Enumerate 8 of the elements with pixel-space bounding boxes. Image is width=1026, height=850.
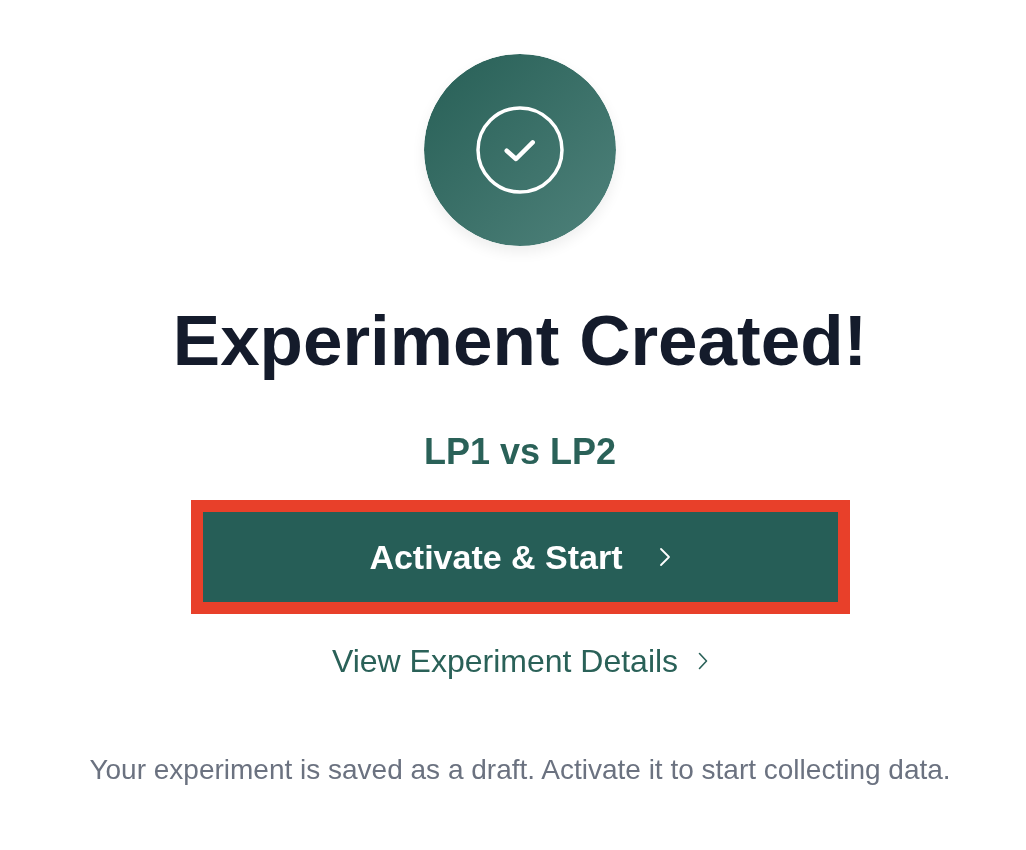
chevron-right-icon	[658, 547, 671, 567]
activate-start-button[interactable]: Activate & Start	[202, 512, 838, 602]
check-circle-icon	[424, 54, 616, 246]
chevron-right-icon	[698, 652, 709, 670]
page-title: Experiment Created!	[172, 300, 868, 382]
experiment-name: LP1 vs LP2	[423, 430, 617, 473]
view-details-link[interactable]: View Experiment Details	[331, 642, 709, 680]
draft-note: Your experiment is saved as a draft. Activate it to start collecting data.	[89, 753, 951, 787]
